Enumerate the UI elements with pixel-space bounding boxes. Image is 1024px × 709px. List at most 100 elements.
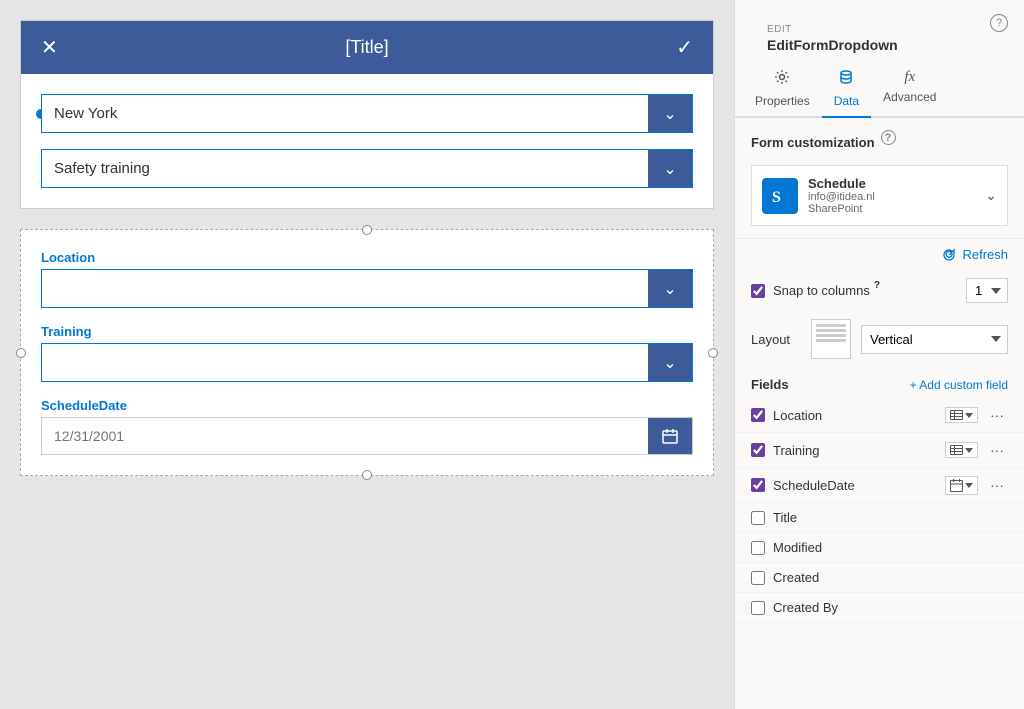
training-label: Training (41, 324, 693, 339)
calendar-field-icon (950, 479, 963, 492)
fields-list: Location ··· Training ··· ScheduleDate ··· Tit… (735, 398, 1024, 623)
svg-text:S: S (772, 189, 781, 206)
handle-left[interactable] (16, 348, 26, 358)
field-type-btn-training[interactable] (945, 442, 978, 458)
form-card-2: Location ⌄ Training ⌄ ScheduleDate (20, 229, 714, 476)
field-row-createdby: Created By (735, 593, 1024, 623)
refresh-label: Refresh (962, 247, 1008, 262)
layout-select[interactable]: Vertical Horizontal (861, 325, 1008, 354)
field-checkbox-scheduledate[interactable] (751, 478, 765, 492)
chevron-down-icon (965, 483, 973, 488)
tab-data-label: Data (834, 94, 859, 108)
field-row-scheduledate: ScheduleDate ··· (735, 468, 1024, 503)
field2-dropdown-btn[interactable]: ⌄ (648, 150, 692, 187)
edit-label: EDIT (751, 14, 1008, 37)
field-name-title: Title (773, 510, 1008, 525)
layout-row: Layout Vertical Horizontal (735, 311, 1024, 367)
layout-preview (811, 319, 851, 359)
snap-help[interactable]: ? (874, 279, 887, 292)
help-icon[interactable]: ? (990, 14, 1008, 32)
snap-checkbox[interactable] (751, 284, 765, 298)
scheduledate-label: ScheduleDate (41, 398, 693, 413)
sharepoint-icon: S (768, 184, 792, 208)
field-row-training: Training ··· (735, 433, 1024, 468)
chevron-down-icon (965, 413, 973, 418)
field-row-location: Location ··· (735, 398, 1024, 433)
field2-dropdown: ⌄ (41, 149, 693, 188)
properties-icon (774, 69, 790, 90)
field-more-btn-location[interactable]: ··· (986, 405, 1008, 425)
field1-dropdown: ⌄ (41, 94, 693, 133)
layout-label: Layout (751, 332, 801, 347)
close-icon[interactable]: ✕ (41, 35, 58, 60)
field2-input[interactable] (42, 150, 648, 187)
field-type-btn-location[interactable] (945, 407, 978, 423)
form-customization-title: Form customization ? (751, 130, 1008, 155)
handle-top[interactable] (362, 225, 372, 235)
layout-line (816, 339, 846, 342)
field-name-scheduledate: ScheduleDate (773, 478, 937, 493)
scheduledate-field (41, 417, 693, 455)
field-row-title: Title (735, 503, 1024, 533)
location-group: Location ⌄ (41, 250, 693, 308)
field-row-created: Created (735, 563, 1024, 593)
form-header: ✕ [Title] ✓ (21, 21, 713, 74)
data-source-card[interactable]: S Schedule info@itidea.nl SharePoint ⌄ (751, 165, 1008, 226)
field-type-btn-scheduledate[interactable] (945, 476, 978, 495)
training-group: Training ⌄ (41, 324, 693, 382)
tab-properties-label: Properties (755, 94, 810, 108)
training-dropdown-btn[interactable]: ⌄ (648, 344, 692, 381)
layout-line (816, 334, 846, 337)
field-more-btn-training[interactable]: ··· (986, 440, 1008, 460)
training-dropdown: ⌄ (41, 343, 693, 382)
tab-advanced-label: Advanced (883, 90, 936, 104)
field-row-modified: Modified (735, 533, 1024, 563)
location-dropdown-btn[interactable]: ⌄ (648, 270, 692, 307)
fields-title: Fields (751, 377, 789, 392)
field-checkbox-location[interactable] (751, 408, 765, 422)
field-more-btn-scheduledate[interactable]: ··· (986, 475, 1008, 495)
field1-dropdown-btn[interactable]: ⌄ (648, 95, 692, 132)
table-icon (950, 410, 963, 420)
field-name-training: Training (773, 443, 937, 458)
field-checkbox-created[interactable] (751, 571, 765, 585)
form-customization-help[interactable]: ? (881, 130, 896, 145)
layout-line (816, 324, 846, 327)
handle-right[interactable] (708, 348, 718, 358)
component-name: EditFormDropdown (751, 37, 1008, 61)
scheduledate-input[interactable] (42, 418, 648, 454)
data-source-icon: S (762, 178, 798, 214)
training-input[interactable] (42, 344, 648, 381)
field-name-location: Location (773, 408, 937, 423)
chevron-down-icon (965, 448, 973, 453)
field-name-createdby: Created By (773, 600, 1008, 615)
data-source-sub2: SharePoint (808, 203, 975, 215)
layout-line (816, 329, 846, 332)
tab-advanced[interactable]: fx Advanced (871, 61, 948, 118)
field-checkbox-title[interactable] (751, 511, 765, 525)
form-card-1: ✕ [Title] ✓ ⌄ ⌄ (20, 20, 714, 209)
add-custom-field-btn[interactable]: + Add custom field (910, 378, 1008, 392)
field-name-modified: Modified (773, 540, 1008, 555)
data-source-name: Schedule (808, 176, 975, 191)
field-checkbox-createdby[interactable] (751, 601, 765, 615)
tab-data[interactable]: Data (822, 61, 871, 118)
check-icon[interactable]: ✓ (676, 35, 693, 60)
field-checkbox-modified[interactable] (751, 541, 765, 555)
handle-bottom[interactable] (362, 470, 372, 480)
tab-properties[interactable]: Properties (743, 61, 822, 118)
snap-to-columns-row: Snap to columns ? 1 2 3 (735, 270, 1024, 311)
snap-select[interactable]: 1 2 3 (966, 278, 1008, 303)
right-panel: EDIT EditFormDropdown ? Properties (734, 0, 1024, 709)
data-icon (838, 69, 854, 90)
calendar-btn[interactable] (648, 418, 692, 454)
field-checkbox-training[interactable] (751, 443, 765, 457)
field1-input[interactable] (42, 95, 648, 132)
refresh-row[interactable]: Refresh (735, 239, 1024, 270)
table-icon (950, 445, 963, 455)
location-dropdown: ⌄ (41, 269, 693, 308)
left-panel: ✕ [Title] ✓ ⌄ ⌄ (0, 0, 734, 709)
location-input[interactable] (42, 270, 648, 307)
data-source-sub1: info@itidea.nl (808, 191, 975, 203)
location-label: Location (41, 250, 693, 265)
